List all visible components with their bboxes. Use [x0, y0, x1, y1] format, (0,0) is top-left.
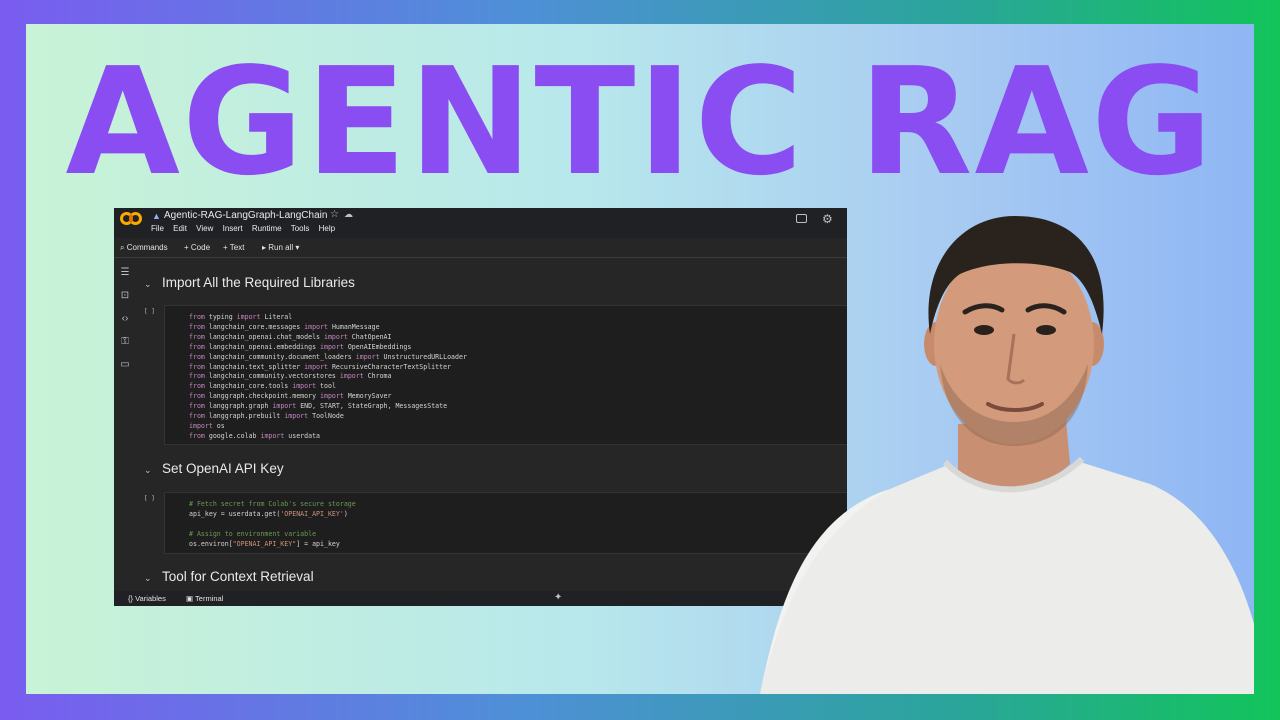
section-title: Set OpenAI API Key [162, 461, 284, 476]
status-bar: {} Variables ▣ Terminal ✦ [114, 591, 847, 606]
chevron-down-icon: ▾ [295, 243, 300, 252]
chevron-down-icon[interactable]: ⌄ [144, 279, 162, 290]
colab-header: ▲ Agentic-RAG-LangGraph-LangChain ☆ ☁ Fi… [114, 208, 847, 238]
menu-bar: File Edit View Insert Runtime Tools Help [151, 224, 342, 233]
run-cell-button[interactable]: [ ] [144, 308, 155, 315]
section-heading-imports[interactable]: ⌄ Import All the Required Libraries [144, 275, 355, 290]
add-text-button[interactable]: + Text [223, 243, 244, 252]
section-title: Import All the Required Libraries [162, 275, 355, 290]
notebook-toolbar: ⌕ Commands + Code + Text ▸ Run all ▾ [114, 238, 847, 258]
notebook-title[interactable]: Agentic-RAG-LangGraph-LangChain [164, 210, 327, 221]
find-icon[interactable]: ⊡ [119, 290, 131, 302]
variables-button[interactable]: {} Variables [128, 594, 166, 603]
terminal-label: Terminal [195, 594, 224, 603]
variables-label: Variables [135, 594, 166, 603]
run-cell-button[interactable]: [ ] [144, 495, 155, 502]
menu-runtime[interactable]: Runtime [252, 224, 282, 233]
presenter-photo [760, 216, 1254, 694]
menu-insert[interactable]: Insert [223, 224, 243, 233]
menu-tools[interactable]: Tools [291, 224, 310, 233]
drive-icon: ▲ [152, 211, 161, 221]
braces-icon: {} [128, 594, 134, 603]
menu-help[interactable]: Help [319, 224, 335, 233]
section-heading-api-key[interactable]: ⌄ Set OpenAI API Key [144, 461, 284, 476]
colab-logo-icon[interactable] [120, 212, 144, 226]
code-snippets-icon[interactable]: ‹› [119, 313, 131, 325]
play-icon: ▸ [262, 243, 267, 252]
table-of-contents-icon[interactable]: ☰ [119, 267, 131, 279]
commands-button[interactable]: ⌕ Commands [120, 243, 168, 253]
terminal-button[interactable]: ▣ Terminal [186, 594, 223, 603]
secrets-key-icon[interactable]: ⚿ [119, 336, 131, 348]
run-all-label: Run all [268, 243, 294, 252]
cloud-icon: ☁ [344, 209, 353, 219]
commands-label: Commands [126, 243, 168, 252]
headline: AGENTIC RAG [65, 36, 1215, 208]
chevron-down-icon[interactable]: ⌄ [144, 573, 162, 584]
chevron-down-icon[interactable]: ⌄ [144, 465, 162, 476]
gemini-sparkle-icon[interactable]: ✦ [554, 592, 562, 603]
menu-file[interactable]: File [151, 224, 164, 233]
colab-window: ▲ Agentic-RAG-LangGraph-LangChain ☆ ☁ Fi… [114, 208, 847, 606]
search-icon: ⌕ [120, 243, 125, 252]
terminal-icon: ▣ [186, 594, 194, 603]
menu-edit[interactable]: Edit [173, 224, 187, 233]
menu-view[interactable]: View [196, 224, 213, 233]
run-all-button[interactable]: ▸ Run all ▾ [262, 243, 299, 252]
star-icon[interactable]: ☆ [330, 209, 339, 220]
thumbnail-canvas: AGENTIC RAG ▲ Agentic-RAG-LangGraph-Lang… [26, 24, 1254, 694]
left-sidebar: ☰ ⊡ ‹› ⚿ ▭ [114, 259, 136, 591]
add-code-button[interactable]: + Code [184, 243, 210, 252]
section-title: Tool for Context Retrieval [162, 569, 314, 584]
section-heading-tool[interactable]: ⌄ Tool for Context Retrieval [144, 569, 314, 584]
files-folder-icon[interactable]: ▭ [119, 359, 131, 371]
